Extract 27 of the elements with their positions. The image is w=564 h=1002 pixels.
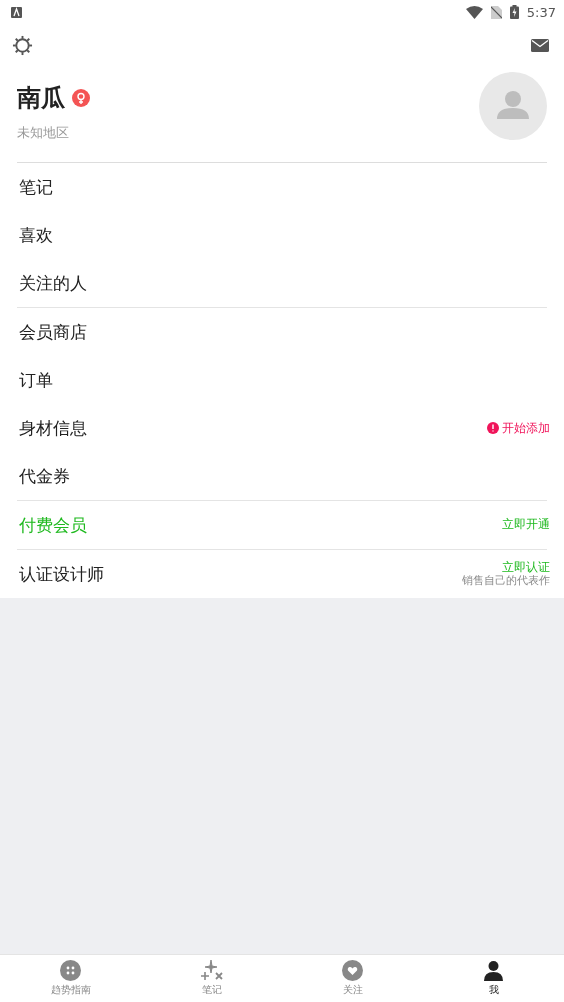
nav-tab[interactable]: 我 bbox=[423, 955, 564, 1002]
exclamation-icon bbox=[487, 422, 499, 434]
mail-icon[interactable] bbox=[531, 38, 549, 52]
user-name: 南瓜 bbox=[17, 83, 65, 114]
person-icon bbox=[483, 960, 504, 981]
menu-item[interactable]: 喜欢 bbox=[17, 211, 550, 259]
note-text: 销售自己的代表作 bbox=[462, 574, 550, 587]
battery-icon bbox=[509, 5, 519, 19]
clock-time: 5:37 bbox=[526, 4, 556, 20]
notification-icon bbox=[11, 6, 22, 18]
alert-text: 开始添加 bbox=[502, 419, 550, 437]
wifi-icon bbox=[465, 5, 483, 19]
menu-item[interactable]: 身材信息 开始添加 bbox=[17, 404, 550, 452]
menu-item[interactable]: 订单 bbox=[17, 356, 550, 404]
nav-tab[interactable]: 关注 bbox=[282, 955, 423, 1002]
menu-item[interactable]: 笔记 bbox=[17, 163, 550, 211]
sparkle-icon bbox=[200, 960, 223, 981]
no-sim-icon bbox=[490, 5, 502, 19]
region-text: 未知地区 bbox=[17, 124, 70, 142]
settings-icon[interactable] bbox=[12, 34, 33, 56]
nav-tab[interactable]: 笔记 bbox=[141, 955, 282, 1002]
dots-icon bbox=[60, 960, 81, 981]
menu-item[interactable]: 认证设计师 立即认证 销售自己的代表作 bbox=[17, 550, 550, 598]
menu-item[interactable]: 代金券 bbox=[17, 452, 550, 500]
menu-item[interactable]: 关注的人 bbox=[17, 259, 550, 307]
menu-item[interactable]: 会员商店 bbox=[17, 308, 550, 356]
nav-tab[interactable]: 趋势指南 bbox=[0, 955, 141, 1002]
